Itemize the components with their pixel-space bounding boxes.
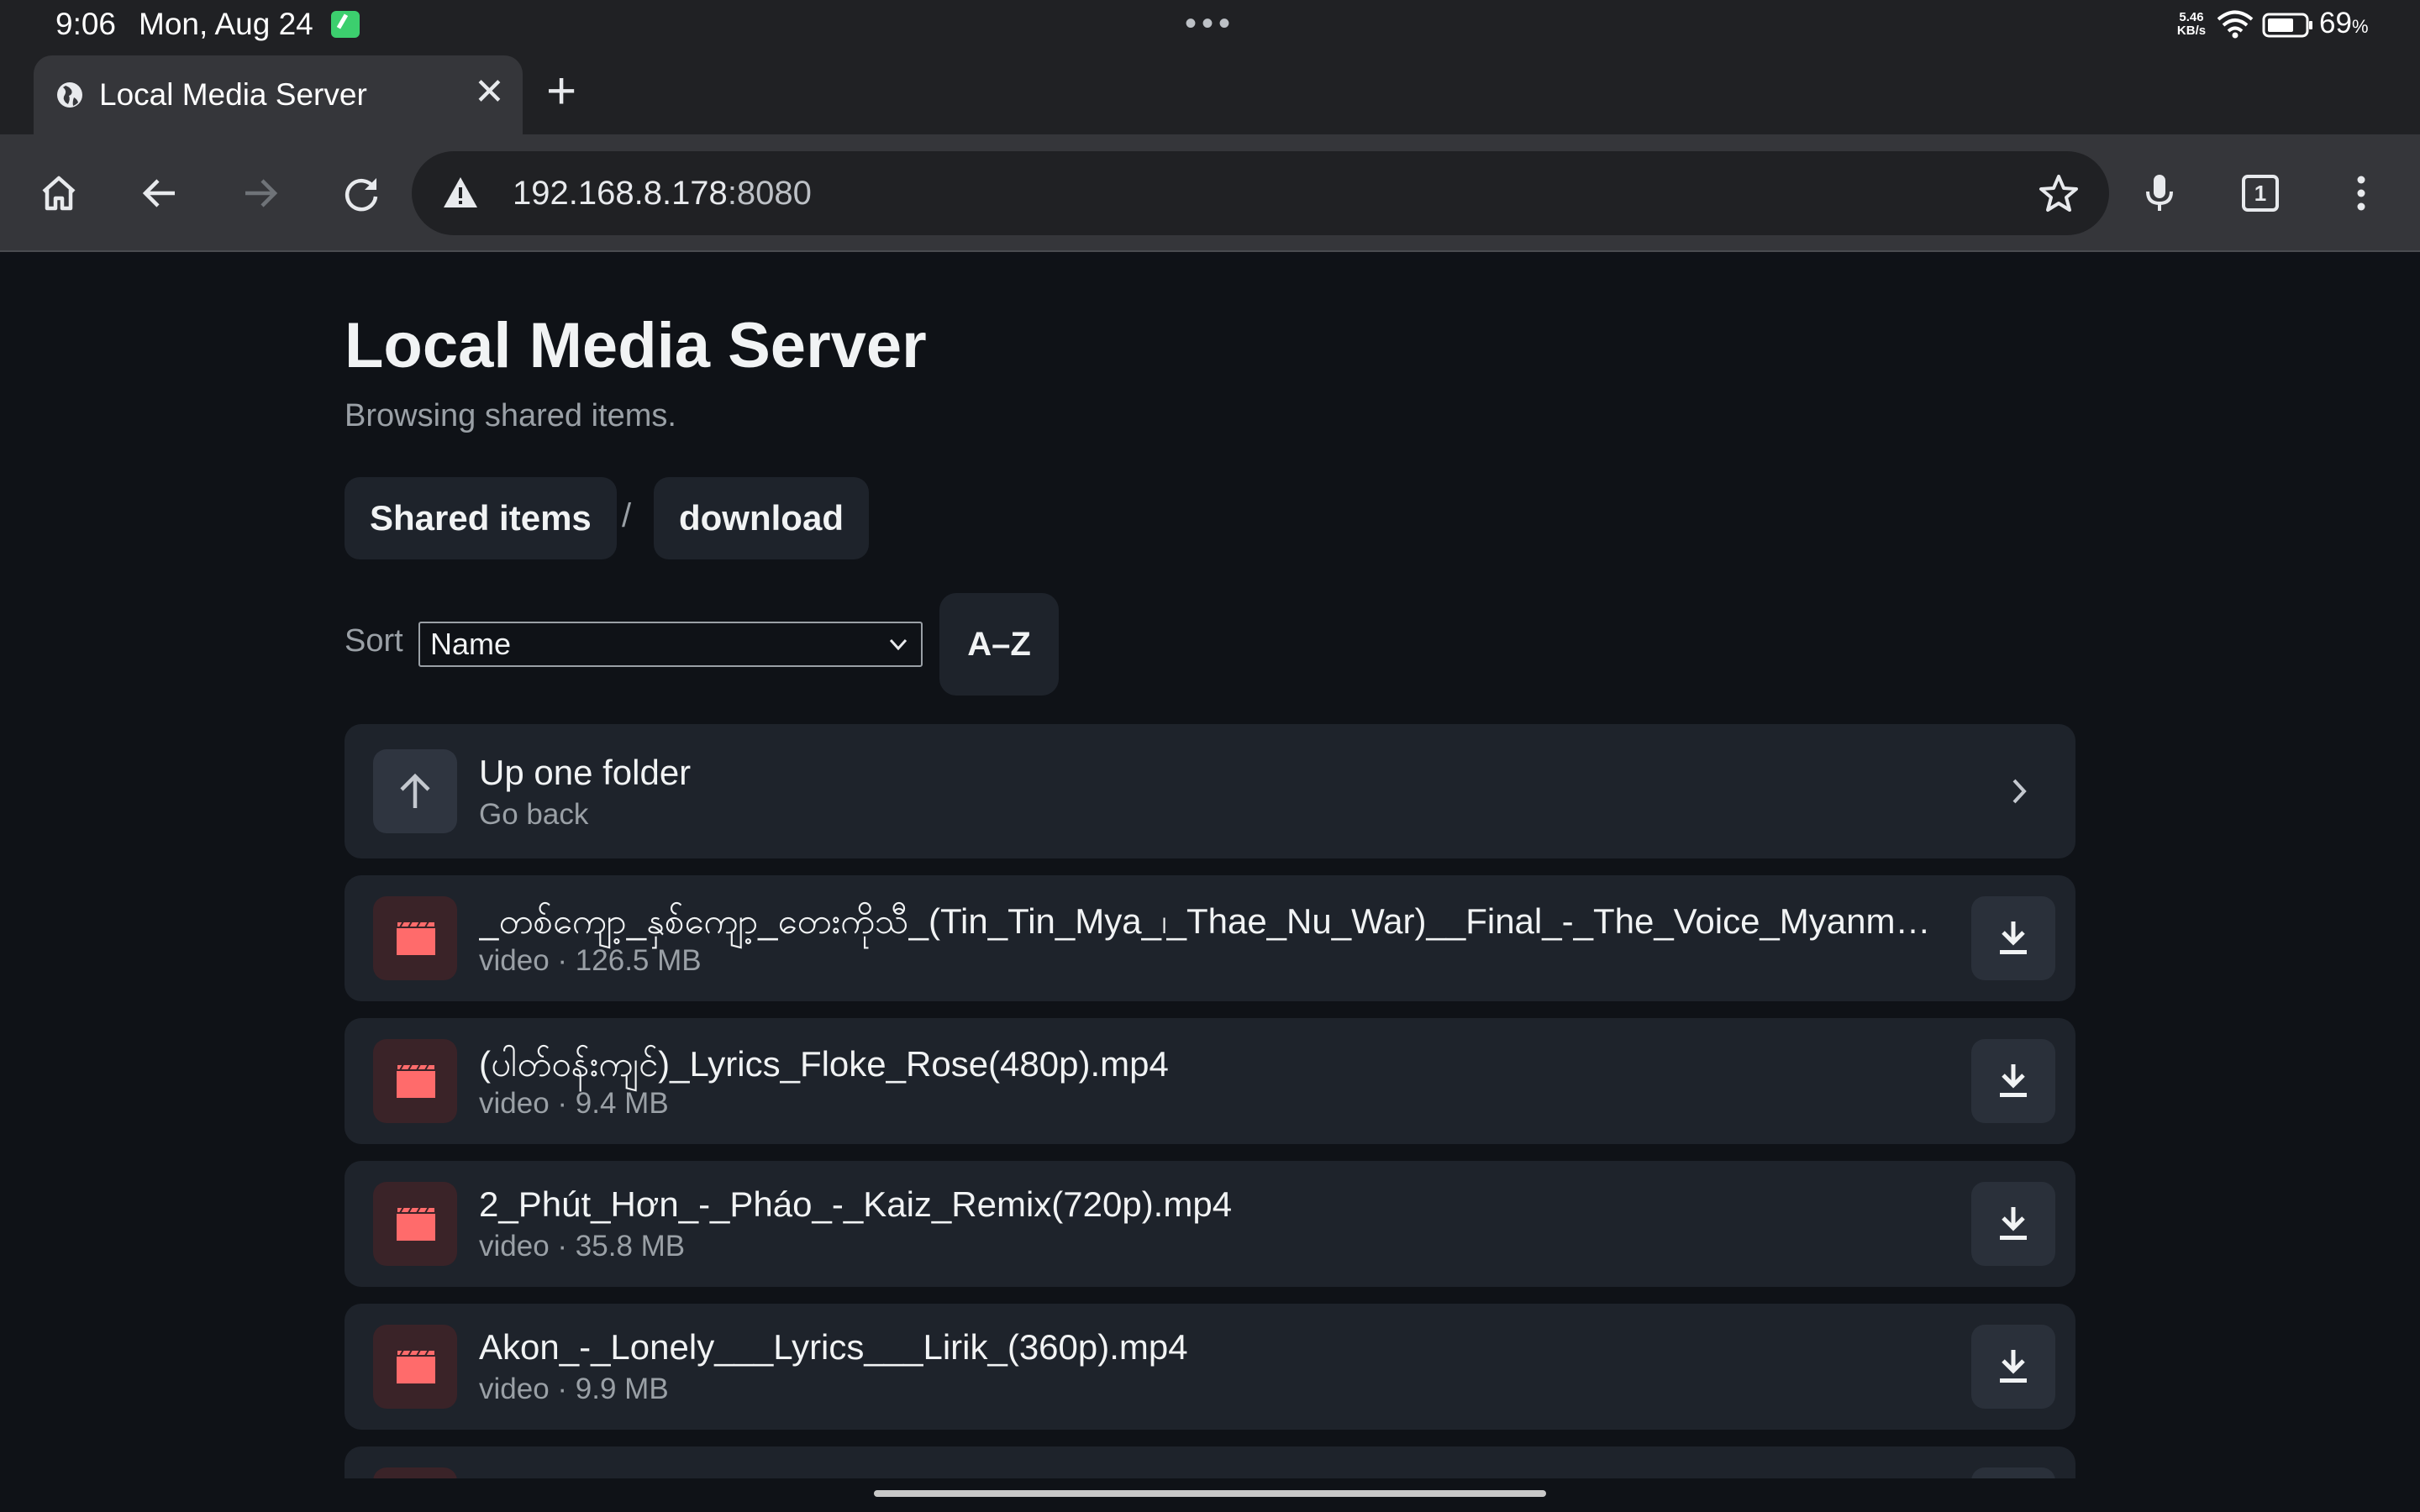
download-icon [2000,921,2027,954]
page-subtitle: Browsing shared items. [345,398,676,433]
star-icon[interactable] [2037,172,2081,216]
file-meta: video · 126.5 MB [479,944,702,977]
home-icon[interactable] [37,171,81,215]
breadcrumb-download[interactable]: download [654,477,869,559]
sort-direction-button[interactable]: A–Z [939,593,1059,696]
download-icon [2000,1207,2027,1240]
tab-title: Local Media Server [99,77,367,112]
download-button[interactable] [1971,1467,2055,1478]
tab-count: 1 [2242,175,2279,212]
file-row[interactable]: _တစ်ကျော့_နှစ်ကျော့_တေးကိုသီ_(Tin_Tin_My… [345,875,2075,1001]
network-speed: 5.46 KB/s [2176,10,2207,38]
more-vert-icon[interactable] [2339,171,2383,215]
download-icon [2000,1350,2027,1383]
up-folder-subtitle: Go back [479,798,589,831]
file-row[interactable]: 2_Phút_Hơn_-_Pháo_-_Kaiz_Remix(720p).mp4… [345,1161,2075,1287]
video-thumb [373,1182,457,1266]
url-text[interactable]: 192.168.8.178:8080 [513,175,812,213]
chevron-right-icon [2012,779,2027,804]
up-folder-row[interactable]: Up one folder Go back [345,724,2075,858]
sort-label: Sort [345,623,403,659]
wifi-icon [2217,10,2254,39]
page-title: Local Media Server [345,310,927,381]
gesture-home-indicator[interactable] [874,1490,1546,1497]
globe-icon [57,82,82,108]
up-folder-thumb [373,749,457,833]
browser-tab-strip: Local Media Server ✕ + [0,52,2420,134]
file-meta: video · 35.8 MB [479,1230,686,1263]
video-thumb [373,1467,457,1478]
file-row-partial[interactable] [345,1446,2075,1478]
file-meta: video · 9.4 MB [479,1087,669,1120]
video-thumb [373,1325,457,1409]
browser-toolbar: 192.168.8.178:8080 1 [0,134,2420,252]
notification-app-icon [331,11,360,38]
file-name: (ပါတ်ဝန်းကျင်)_Lyrics_Floke_Rose(480p).m… [479,1044,1169,1084]
browser-tab[interactable]: Local Media Server ✕ [34,55,523,134]
tab-switcher-icon[interactable]: 1 [2238,171,2282,215]
new-tab-button[interactable]: + [546,64,576,119]
battery-percent: 69% [2319,7,2369,39]
web-page: Local Media Server Browsing shared items… [0,254,2420,1478]
download-button[interactable] [1971,1039,2055,1123]
file-meta: video · 9.9 MB [479,1373,669,1405]
forward-arrow-icon[interactable] [239,171,282,215]
clapperboard-icon [396,1063,436,1098]
video-thumb [373,1039,457,1123]
status-time: 9:06 [55,7,117,41]
file-name: Akon_-_Lonely___Lyrics___Lirik_(360p).mp… [479,1327,1188,1367]
download-icon [2000,1064,2027,1097]
breadcrumb-separator: / [622,497,632,534]
breadcrumb-shared-items[interactable]: Shared items [345,477,617,559]
download-button[interactable] [1971,1325,2055,1409]
file-name: 2_Phút_Hơn_-_Pháo_-_Kaiz_Remix(720p).mp4 [479,1184,1233,1224]
battery-icon [2262,13,2312,38]
microphone-icon[interactable] [2138,171,2181,215]
address-bar[interactable]: 192.168.8.178:8080 [412,151,2109,235]
download-button[interactable] [1971,896,2055,980]
tab-close-icon[interactable]: ✕ [474,74,505,111]
chevron-down-icon [889,638,908,651]
multitask-dots-icon[interactable]: ••• [1185,5,1235,43]
reload-icon[interactable] [339,171,383,215]
file-row[interactable]: (ပါတ်ဝန်းကျင်)_Lyrics_Floke_Rose(480p).m… [345,1018,2075,1144]
warning-icon[interactable] [442,175,479,210]
system-status-bar: 9:06 Mon, Aug 24 ••• 5.46 KB/s 69% [0,0,2420,52]
clapperboard-icon [396,1349,436,1383]
sort-select[interactable]: Name [418,622,923,667]
back-arrow-icon[interactable] [138,171,182,215]
sort-selected-value: Name [430,627,512,661]
up-folder-title: Up one folder [479,753,692,792]
arrow-up-icon [400,773,430,808]
clapperboard-icon [396,1206,436,1241]
clapperboard-icon [396,921,436,955]
video-thumb [373,896,457,980]
file-name: _တစ်ကျော့_နှစ်ကျော့_တေးကိုသီ_(Tin_Tin_My… [479,901,1949,941]
file-row[interactable]: Akon_-_Lonely___Lyrics___Lirik_(360p).mp… [345,1304,2075,1430]
status-date: Mon, Aug 24 [139,7,313,41]
download-button[interactable] [1971,1182,2055,1266]
